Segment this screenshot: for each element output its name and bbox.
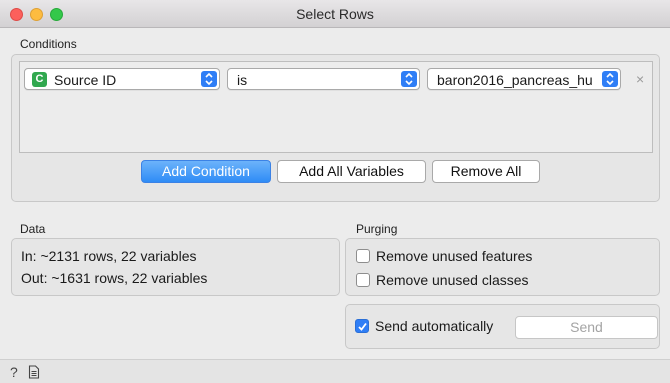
conditions-label: Conditions <box>20 37 77 51</box>
add-condition-button[interactable]: Add Condition <box>141 160 271 183</box>
remove-all-button[interactable]: Remove All <box>432 160 540 183</box>
send-automatically-label: Send automatically <box>375 318 494 334</box>
remove-unused-classes-checkbox[interactable]: Remove unused classes <box>356 272 529 288</box>
data-in-text: In: ~2131 rows, 22 variables <box>21 248 197 264</box>
remove-unused-features-checkbox[interactable]: Remove unused features <box>356 248 532 264</box>
document-icon[interactable] <box>28 365 40 382</box>
purging-label: Purging <box>356 222 398 236</box>
data-box <box>11 238 340 296</box>
remove-condition-icon[interactable]: × <box>636 71 644 87</box>
updown-chevron-icon <box>602 71 618 87</box>
variable-select[interactable]: C Source ID <box>24 68 220 90</box>
window-title: Select Rows <box>296 6 374 22</box>
remove-unused-features-label: Remove unused features <box>376 248 533 264</box>
operator-select-value: is <box>237 72 248 88</box>
remove-unused-classes-label: Remove unused classes <box>376 272 529 288</box>
updown-chevron-icon <box>201 71 217 87</box>
send-button[interactable]: Send <box>515 316 658 339</box>
value-select-value: baron2016_pancreas_hu <box>437 72 593 88</box>
value-select[interactable]: baron2016_pancreas_hu <box>427 68 621 90</box>
data-out-text: Out: ~1631 rows, 22 variables <box>21 270 208 286</box>
checkbox-unchecked-icon <box>356 273 370 287</box>
question-icon[interactable]: ? <box>10 364 18 380</box>
status-bar: ? <box>0 359 670 383</box>
updown-chevron-icon <box>401 71 417 87</box>
variable-select-value: Source ID <box>54 72 117 88</box>
checkbox-checked-icon <box>355 319 369 333</box>
checkbox-unchecked-icon <box>356 249 370 263</box>
data-label: Data <box>20 222 46 236</box>
send-automatically-checkbox[interactable]: Send automatically <box>355 318 493 334</box>
operator-select[interactable]: is <box>227 68 420 90</box>
add-all-variables-button[interactable]: Add All Variables <box>277 160 426 183</box>
categorical-variable-icon: C <box>32 72 47 87</box>
title-bar: Select Rows <box>0 0 670 28</box>
